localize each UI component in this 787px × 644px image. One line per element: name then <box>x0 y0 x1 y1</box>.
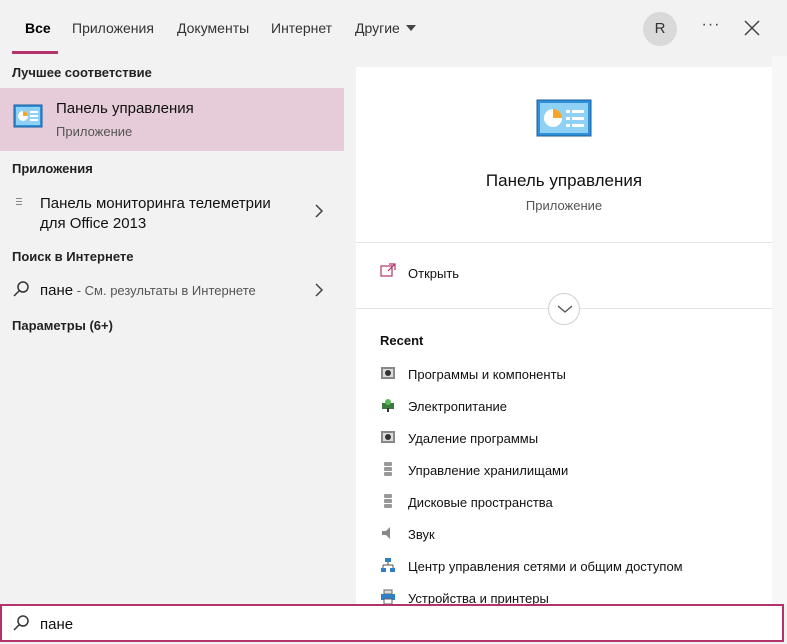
search-icon <box>13 615 29 631</box>
chevron-right-icon[interactable] <box>314 283 324 297</box>
printer-icon <box>381 589 395 604</box>
recent-item-label: Программы и компоненты <box>408 367 566 382</box>
preview-header: Панель управления Приложение <box>356 67 772 242</box>
recent-item-storage-spaces[interactable]: Дисковые пространства <box>380 493 760 515</box>
avatar[interactable]: R <box>643 12 677 46</box>
more-options-icon[interactable]: ··· <box>700 16 722 40</box>
web-search-item[interactable]: пане - См. результаты в Интернете <box>0 278 344 302</box>
open-icon <box>380 263 396 277</box>
search-box[interactable] <box>0 604 784 642</box>
preview-title: Панель управления <box>485 171 643 190</box>
recent-item-storage[interactable]: Управление хранилищами <box>380 461 760 483</box>
tab-more-label: Другие <box>355 20 400 36</box>
recent-item-printers[interactable]: Устройства и принтеры <box>380 589 760 604</box>
caret-down-icon <box>405 25 416 31</box>
tab-web[interactable]: Интернет <box>271 20 332 36</box>
open-action[interactable]: Открыть <box>380 263 580 285</box>
control-panel-icon <box>13 104 43 128</box>
storage-spaces-icon <box>384 494 392 508</box>
telemetry-dashboard-icon <box>16 198 22 205</box>
best-match-heading: Лучшее соответствие <box>12 65 152 80</box>
recent-item-label: Центр управления сетями и общим доступом <box>408 559 683 574</box>
recent-item-power[interactable]: Электропитание <box>380 397 760 419</box>
tab-apps[interactable]: Приложения <box>72 20 154 36</box>
list-item[interactable]: Панель мониторинга телеметрии для Office… <box>0 188 344 238</box>
close-icon[interactable] <box>742 18 762 38</box>
tab-all[interactable]: Все <box>25 20 51 36</box>
expand-button[interactable] <box>548 293 580 325</box>
uninstall-icon <box>381 431 395 443</box>
web-query: пане <box>40 282 74 299</box>
storage-icon <box>384 462 392 476</box>
recent-item-sound[interactable]: Звук <box>380 525 760 547</box>
search-filter-bar: Все Приложения Документы Интернет Другие… <box>0 0 787 56</box>
divider <box>356 242 772 243</box>
web-search-heading: Поиск в Интернете <box>12 249 134 264</box>
recent-item-label: Дисковые пространства <box>408 495 553 510</box>
apps-heading: Приложения <box>12 161 93 176</box>
active-tab-indicator <box>12 51 58 54</box>
power-options-icon <box>382 399 394 412</box>
recent-item-label: Устройства и принтеры <box>408 591 549 604</box>
recent-item-label: Управление хранилищами <box>408 463 569 478</box>
preview-subtitle: Приложение <box>525 198 603 213</box>
search-icon <box>13 281 29 297</box>
tab-documents[interactable]: Документы <box>177 20 249 36</box>
recent-item-label: Удаление программы <box>408 431 539 446</box>
settings-heading[interactable]: Параметры (6+) <box>12 318 113 333</box>
web-hint: - См. результаты в Интернете <box>73 283 256 298</box>
programs-icon <box>381 367 395 379</box>
recent-item-label: Звук <box>408 527 435 542</box>
network-icon <box>381 558 395 572</box>
tab-more[interactable]: Другие <box>355 20 416 36</box>
speaker-icon <box>382 527 390 539</box>
chevron-down-icon <box>557 305 573 313</box>
background-window <box>772 56 787 604</box>
web-query-text: пане - См. результаты в Интернете <box>40 282 256 299</box>
best-match-item[interactable]: Панель управления Приложение <box>0 88 344 151</box>
app-name: Панель мониторинга телеметрии для Office… <box>40 195 271 232</box>
recent-item-network[interactable]: Центр управления сетями и общим доступом <box>380 557 760 579</box>
recent-item-programs[interactable]: Программы и компоненты <box>380 365 760 387</box>
recent-item-label: Электропитание <box>408 399 507 414</box>
results-panel: Лучшее соответствие Панель управления Пр… <box>0 56 344 604</box>
best-match-name: Панель управления <box>56 100 194 117</box>
recent-item-uninstall[interactable]: Удаление программы <box>380 429 760 451</box>
open-label: Открыть <box>408 266 460 281</box>
best-match-type: Приложение <box>56 124 133 139</box>
recent-heading: Recent <box>380 333 424 348</box>
chevron-right-icon[interactable] <box>314 204 324 218</box>
search-input[interactable] <box>40 612 740 636</box>
control-panel-icon <box>536 99 592 137</box>
preview-panel: Панель управления Приложение Открыть Rec… <box>356 67 772 604</box>
